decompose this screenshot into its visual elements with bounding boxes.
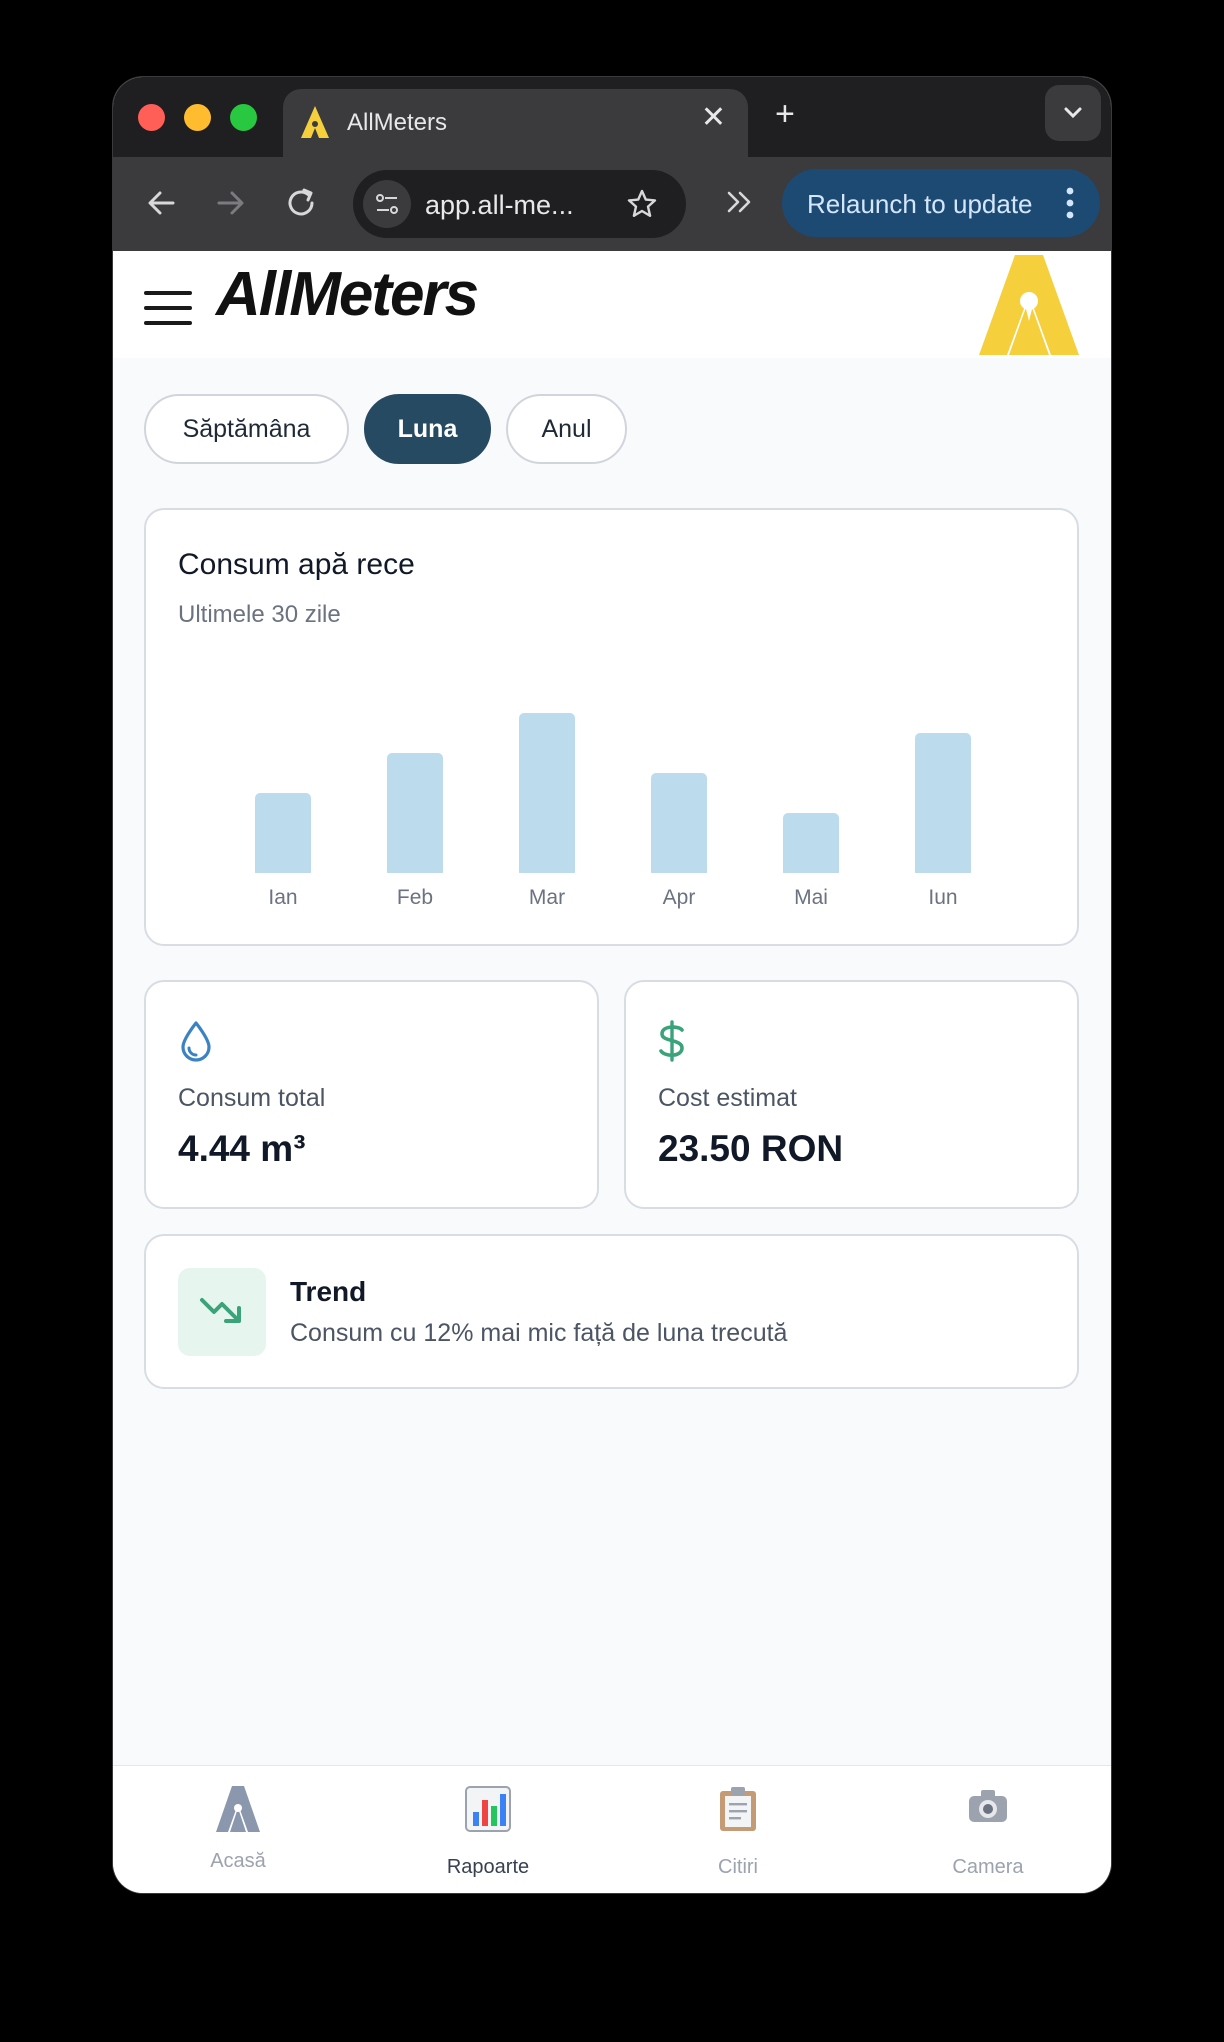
period-tab-week[interactable]: Săptămâna [144, 394, 349, 464]
tune-icon [376, 194, 398, 214]
trend-card: Trend Consum cu 12% mai mic față de luna… [144, 1234, 1079, 1389]
app-logo: AllMeters [216, 260, 479, 329]
nav-item-reports[interactable]: Rapoarte [363, 1766, 613, 1893]
chart-tick-label: Apr [663, 886, 696, 909]
chart-bar-apr [651, 773, 707, 877]
total-consumption-card: Consum total 4.44 m³ [144, 980, 599, 1209]
chart-tick-label: Feb [397, 886, 433, 909]
more-vert-icon[interactable] [1066, 187, 1074, 219]
maximize-window-button[interactable] [230, 104, 257, 131]
period-tab-month[interactable]: Luna [364, 394, 491, 464]
menu-icon[interactable] [144, 291, 192, 325]
close-tab-icon[interactable]: ✕ [701, 103, 726, 133]
chart-bar-iun [915, 733, 971, 877]
chart-tick-label: Mai [794, 886, 828, 909]
chart-tick-label: Ian [268, 886, 297, 909]
new-tab-button[interactable]: + [775, 97, 795, 131]
trend-text: Consum cu 12% mai mic față de luna trecu… [290, 1319, 788, 1347]
nav-label-reports: Rapoarte [446, 1856, 530, 1878]
nav-label-readings: Citiri [718, 1856, 758, 1878]
forward-icon[interactable] [213, 185, 249, 221]
nav-label-camera: Camera [952, 1856, 1024, 1878]
relaunch-button[interactable]: Relaunch to update [782, 169, 1100, 237]
chart-tick-label: Mar [529, 886, 565, 909]
extensions-overflow-icon[interactable] [723, 185, 757, 219]
tab-title: AllMeters [347, 109, 448, 136]
trend-title: Trend [290, 1276, 367, 1307]
back-icon[interactable] [143, 185, 179, 221]
consumption-chart-card: Consum apă rece Ultimele 30 zile Ian Feb M… [144, 508, 1079, 946]
browser-window: AllMeters ✕ + app.all-me... Relaunch to … [113, 77, 1111, 1893]
chart-tick-label: Iun [928, 886, 957, 909]
nav-item-camera[interactable]: Camera [863, 1766, 1111, 1893]
trending-down-icon [200, 1298, 241, 1323]
nav-item-readings[interactable]: Citiri [613, 1766, 863, 1893]
total-consumption-value: 4.44 m³ [178, 1128, 306, 1169]
estimated-cost-value: 23.50 RON [658, 1128, 844, 1169]
camera-icon [969, 1790, 1007, 1822]
bar-chart: Ian Feb Mar Apr Mai Iun [206, 713, 1026, 909]
relaunch-label: Relaunch to update [807, 189, 1033, 219]
chart-bar-mar [519, 713, 575, 877]
close-window-button[interactable] [138, 104, 165, 131]
chart-baseline-mask [206, 873, 1026, 879]
tab-bar: AllMeters ✕ + [113, 77, 1111, 157]
url-text[interactable]: app.all-me... [425, 190, 574, 221]
bottom-nav: Acasă Rapoarte Citiri Camera [113, 1765, 1111, 1893]
bookmark-star-icon[interactable] [626, 188, 658, 220]
dollar-icon [659, 1020, 684, 1062]
tab-search-button[interactable] [1045, 85, 1101, 141]
address-bar[interactable]: app.all-me... [353, 170, 686, 238]
app-header: AllMeters [113, 251, 1111, 358]
minimize-window-button[interactable] [184, 104, 211, 131]
total-consumption-label: Consum total [178, 1084, 326, 1112]
home-logo-icon [216, 1786, 260, 1832]
nav-item-home[interactable]: Acasă [113, 1766, 363, 1893]
chart-bar-ian [255, 793, 311, 877]
estimated-cost-card: Cost estimat 23.50 RON [624, 980, 1079, 1209]
browser-tab[interactable]: AllMeters ✕ [283, 89, 748, 157]
chart-bar-feb [387, 753, 443, 877]
bar-chart-icon [465, 1786, 511, 1832]
nav-label-home: Acasă [210, 1850, 266, 1872]
site-settings-button[interactable] [363, 180, 411, 228]
chart-bar-mai [783, 813, 839, 877]
favicon-icon [301, 106, 329, 138]
brand-a-icon [979, 255, 1079, 355]
clipboard-icon [720, 1787, 756, 1831]
estimated-cost-label: Cost estimat [658, 1084, 797, 1112]
trend-icon-box [178, 1268, 266, 1356]
water-drop-icon [181, 1021, 211, 1062]
browser-toolbar: app.all-me... Relaunch to update [113, 157, 1111, 251]
reload-icon[interactable] [283, 185, 319, 221]
period-tab-year[interactable]: Anul [506, 394, 627, 464]
chevron-down-icon [1064, 107, 1082, 119]
